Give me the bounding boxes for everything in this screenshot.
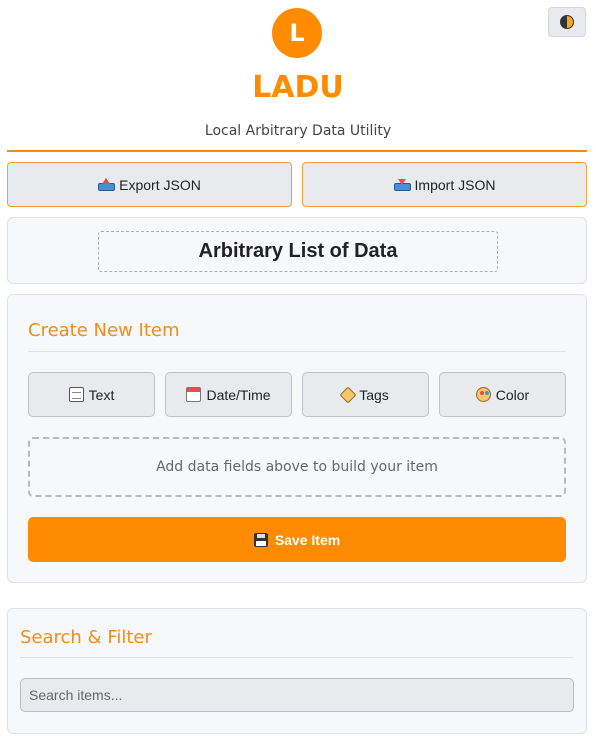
add-datetime-field-button[interactable]: Date/Time <box>165 372 292 417</box>
theme-toggle-button[interactable] <box>548 7 586 37</box>
import-icon <box>393 178 411 191</box>
save-item-label: Save Item <box>274 531 341 548</box>
import-json-button[interactable]: Import JSON <box>302 162 587 207</box>
search-input[interactable] <box>20 678 574 712</box>
logo: L <box>272 8 322 58</box>
field-label: Tags <box>359 386 389 403</box>
add-tags-field-button[interactable]: Tags <box>302 372 429 417</box>
app-title: LADU <box>252 70 344 105</box>
section-divider <box>20 657 574 658</box>
calendar-icon <box>186 387 202 402</box>
list-title[interactable]: Arbitrary List of Data <box>98 231 498 272</box>
create-item-panel: Create New Item Text Date/Time Tags Colo… <box>7 294 587 583</box>
header-divider <box>7 150 587 152</box>
add-text-field-button[interactable]: Text <box>28 372 155 417</box>
palette-icon <box>475 387 491 402</box>
tag-icon <box>339 386 357 403</box>
list-title-panel: Arbitrary List of Data <box>7 217 587 284</box>
field-label: Date/Time <box>206 386 271 403</box>
search-filter-heading: Search & Filter <box>20 627 152 648</box>
export-json-button[interactable]: Export JSON <box>7 162 292 207</box>
search-filter-panel: Search & Filter <box>7 608 587 734</box>
fields-dropzone: Add data fields above to build your item <box>28 437 566 497</box>
export-icon <box>98 178 116 191</box>
import-json-label: Import JSON <box>414 176 496 193</box>
add-color-field-button[interactable]: Color <box>439 372 566 417</box>
floppy-disk-icon <box>253 532 268 547</box>
logo-letter: L <box>289 19 305 47</box>
half-circle-icon <box>560 15 574 29</box>
export-json-label: Export JSON <box>119 176 201 193</box>
memo-icon <box>68 387 84 402</box>
field-label: Color <box>495 386 530 403</box>
create-item-heading: Create New Item <box>28 320 180 341</box>
save-item-button[interactable]: Save Item <box>28 517 566 562</box>
field-label: Text <box>88 386 115 403</box>
app-subtitle: Local Arbitrary Data Utility <box>204 123 392 139</box>
section-divider <box>28 351 566 352</box>
